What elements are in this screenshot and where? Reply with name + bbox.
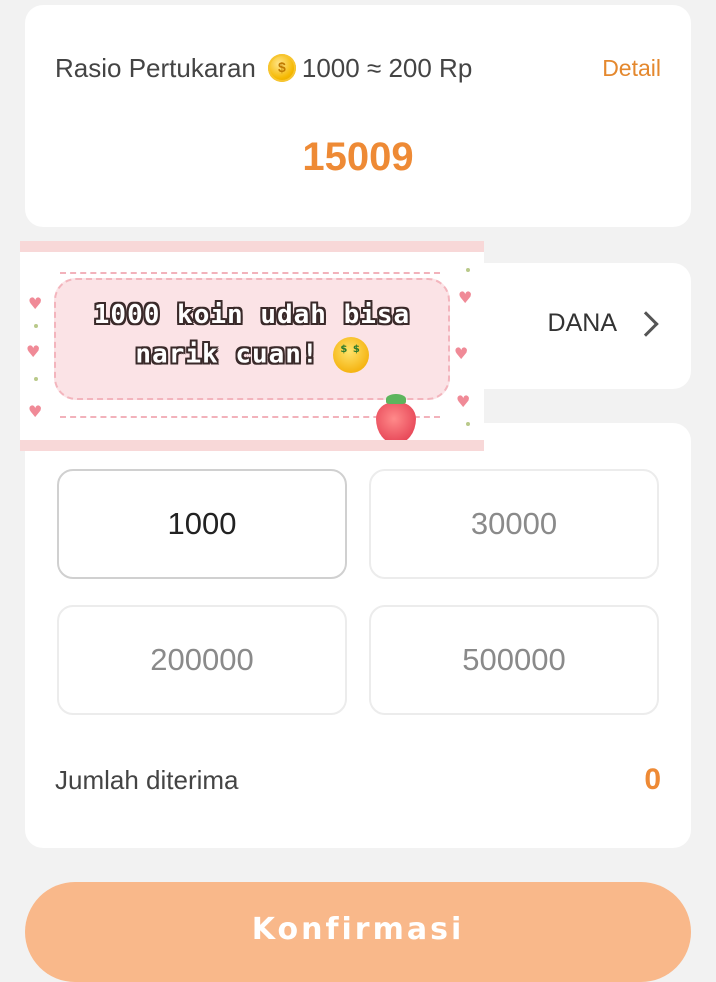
received-label: Jumlah diterima: [55, 764, 239, 795]
amount-card: 1000 30000 200000 500000 Jumlah diterima…: [25, 423, 691, 848]
dashed-border-top: [60, 272, 440, 274]
sticker-overlay: ♥ ♥ ♥ ♥ ♥ ♥ 1000 koin udah bisa narik cu…: [20, 241, 484, 451]
coin-balance: 15009: [302, 135, 414, 179]
confirm-button[interactable]: Konfirmasi: [25, 882, 691, 982]
amount-option-200000[interactable]: 200000: [57, 605, 347, 715]
amount-option-30000[interactable]: 30000: [369, 469, 659, 579]
heart-icon: ♥: [456, 392, 471, 411]
received-row: Jumlah diterima 0: [55, 763, 661, 797]
gold-coin-icon: [267, 54, 296, 82]
amount-option-500000[interactable]: 500000: [369, 605, 659, 715]
chevron-right-icon: [633, 310, 659, 337]
dot-decoration: [466, 422, 470, 426]
detail-link[interactable]: Detail: [602, 55, 661, 82]
received-value: 0: [644, 763, 661, 796]
exchange-rate-card: Rasio Pertukaran 1000 ≈ 200 Rp Detail 15…: [25, 5, 691, 227]
sticker-line-2-text: narik cuan!: [135, 339, 319, 370]
amount-option-1000[interactable]: 1000: [57, 469, 347, 579]
dot-decoration: [466, 268, 470, 272]
payment-method-name: DANA: [547, 309, 617, 337]
exchange-rate-value: 1000 ≈ 200 Rp: [301, 52, 473, 83]
heart-icon: ♥: [28, 402, 43, 421]
sticker-line-2: narik cuan!: [20, 337, 484, 373]
exchange-rate-row: Rasio Pertukaran 1000 ≈ 200 Rp Detail: [55, 53, 661, 83]
exchange-rate-label: Rasio Pertukaran: [55, 52, 256, 83]
sticker-line-1: 1000 koin udah bisa: [93, 300, 411, 330]
money-mouth-face-icon: [332, 337, 369, 373]
payment-method-selector[interactable]: DANA: [547, 309, 659, 338]
strawberry-icon: [376, 394, 416, 440]
dot-decoration: [34, 377, 38, 381]
